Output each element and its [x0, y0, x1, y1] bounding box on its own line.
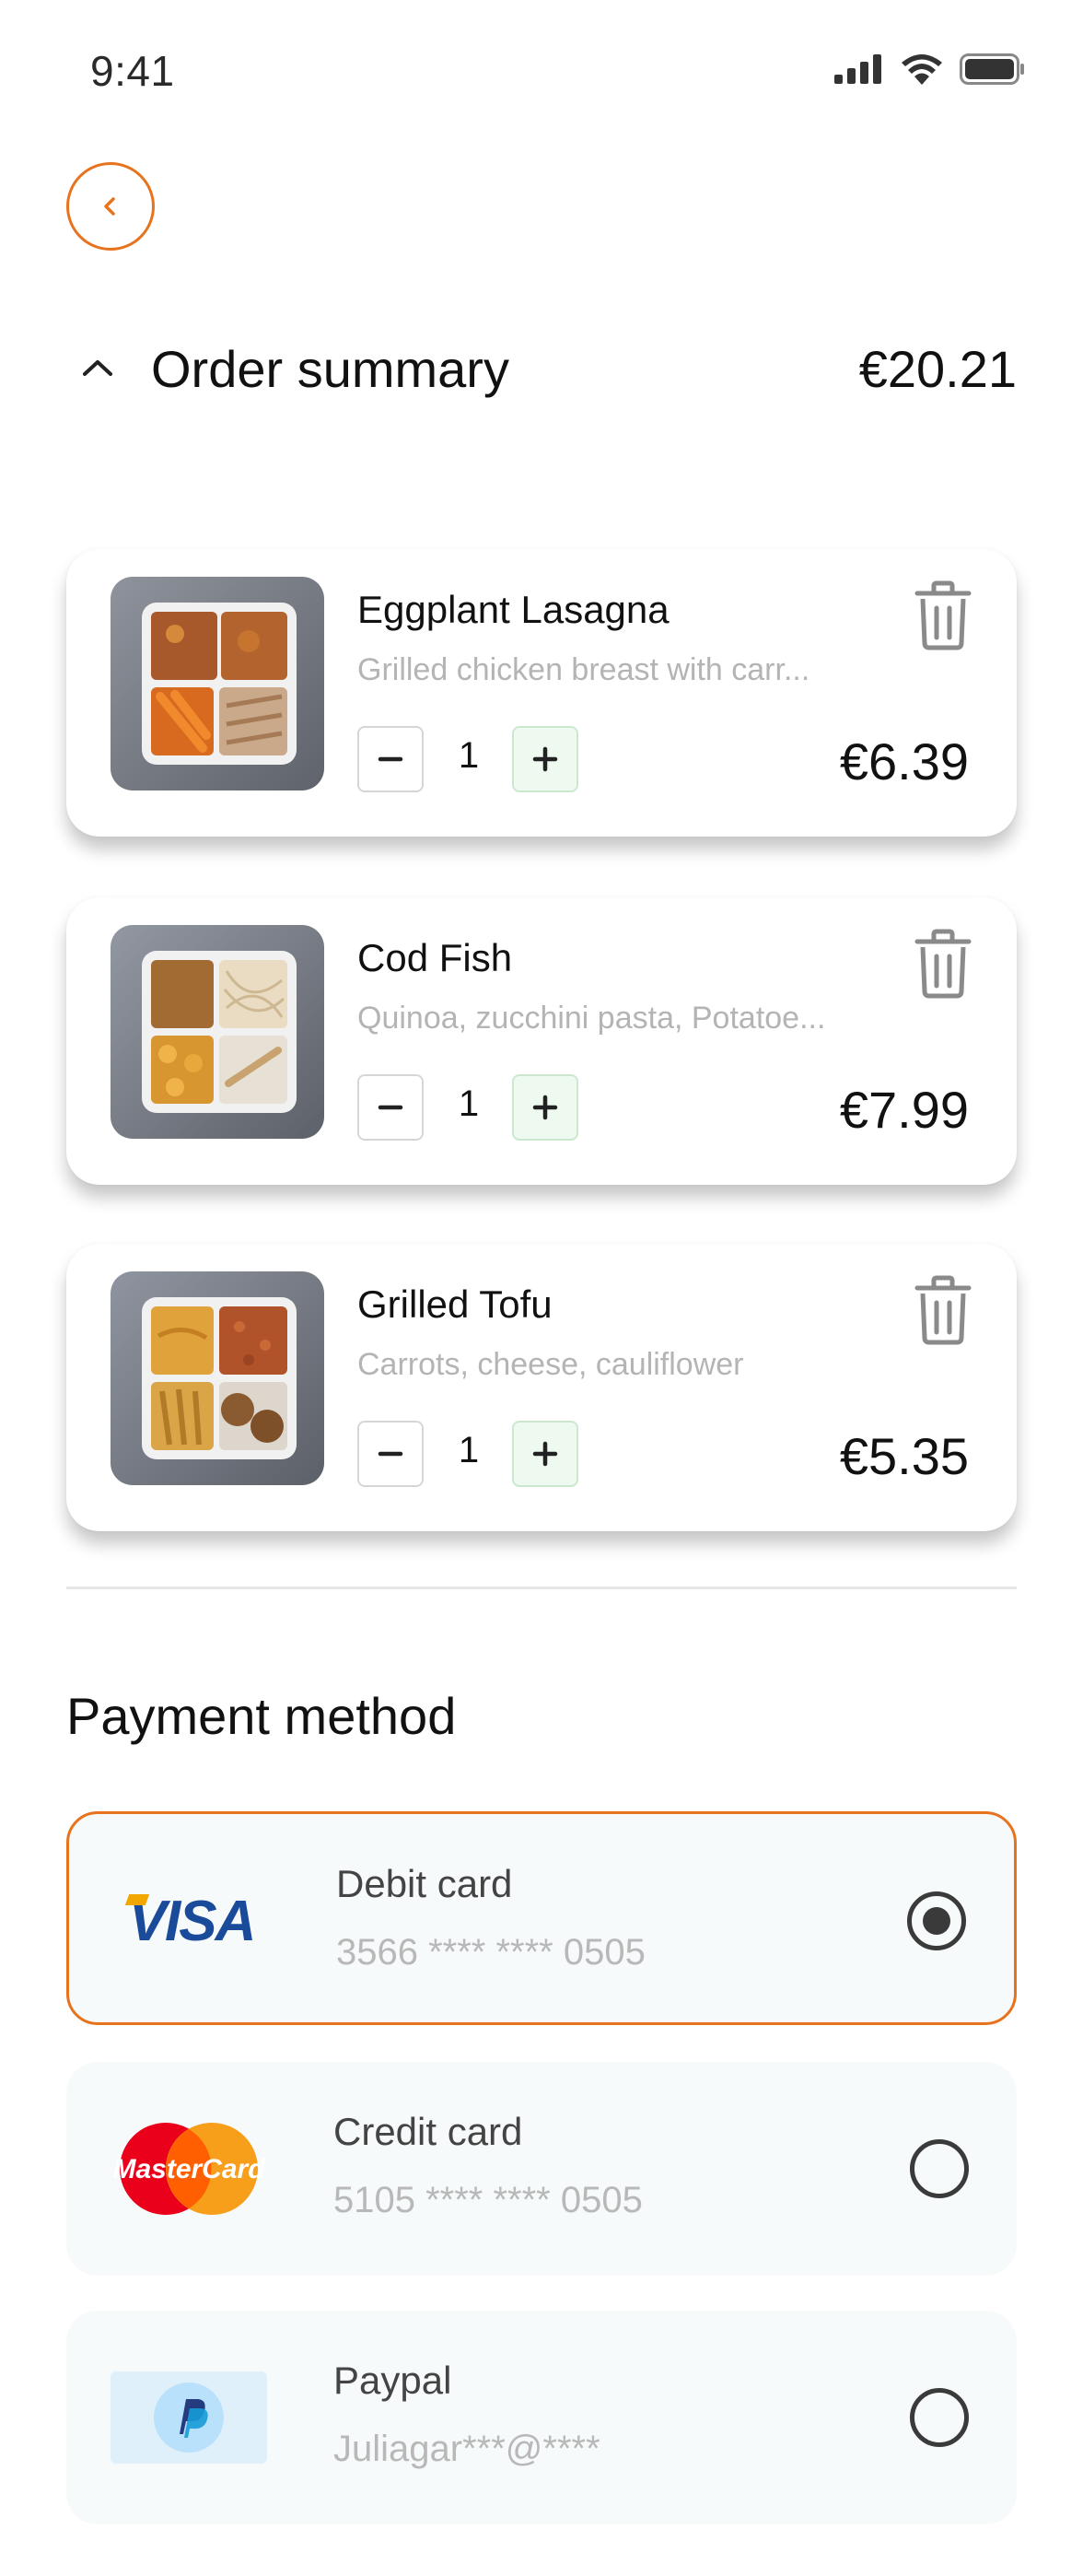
- status-icons: [834, 53, 1026, 85]
- delete-item-button[interactable]: [914, 1275, 972, 1345]
- battery-icon: [960, 53, 1024, 85]
- payment-radio-unselected[interactable]: [910, 2388, 969, 2447]
- order-summary-header[interactable]: Order summary €20.21: [66, 332, 1017, 405]
- trash-icon: [914, 929, 972, 999]
- item-description: Grilled chicken breast with carr...: [357, 652, 810, 687]
- wifi-icon: [902, 54, 942, 85]
- order-summary-title: Order summary: [151, 339, 509, 398]
- checkout-screen: 9:41 Order summary €20.21 Eggplant Lasag…: [0, 0, 1083, 2576]
- cart-item: Eggplant Lasagna Grilled chicken breast …: [66, 549, 1017, 837]
- plus-icon: [532, 1095, 558, 1120]
- payment-option-label: Debit card: [336, 1862, 513, 1905]
- cart-item: Grilled Tofu Carrots, cheese, cauliflowe…: [66, 1244, 1017, 1531]
- item-name: Eggplant Lasagna: [357, 588, 670, 631]
- decrease-quantity-button[interactable]: [357, 726, 424, 792]
- payment-option-paypal[interactable]: Paypal Juliagar***@****: [66, 2311, 1017, 2524]
- trash-icon: [914, 1275, 972, 1345]
- chevron-left-icon: [104, 197, 115, 216]
- collapse-toggle[interactable]: [66, 356, 133, 381]
- payment-option-credit-card[interactable]: MasterCard Credit card 5105 **** **** 05…: [66, 2062, 1017, 2276]
- minus-icon: [378, 756, 403, 762]
- quantity-value: 1: [458, 1083, 480, 1124]
- payment-radio-selected[interactable]: [907, 1891, 966, 1950]
- chevron-up-icon: [83, 360, 112, 376]
- item-price: €6.39: [839, 732, 969, 790]
- increase-quantity-button[interactable]: [512, 1421, 578, 1487]
- payment-method-title: Payment method: [66, 1687, 457, 1745]
- status-time: 9:41: [90, 47, 175, 95]
- item-name: Grilled Tofu: [357, 1282, 553, 1326]
- delete-item-button[interactable]: [914, 929, 972, 999]
- payment-option-detail: Juliagar***@****: [333, 2429, 600, 2469]
- increase-quantity-button[interactable]: [512, 1074, 578, 1141]
- payment-option-label: Paypal: [333, 2359, 452, 2402]
- item-price: €5.35: [839, 1427, 969, 1485]
- decrease-quantity-button[interactable]: [357, 1074, 424, 1141]
- minus-icon: [378, 1105, 403, 1110]
- section-divider: [66, 1587, 1017, 1589]
- payment-option-label: Credit card: [333, 2110, 523, 2153]
- mastercard-logo: MasterCard: [111, 2123, 267, 2215]
- item-image-cod-fish: [111, 925, 324, 1139]
- minus-icon: [378, 1451, 403, 1457]
- plus-icon: [532, 746, 558, 772]
- payment-option-detail: 5105 **** **** 0505: [333, 2180, 643, 2220]
- quantity-value: 1: [458, 1430, 480, 1470]
- plus-icon: [532, 1441, 558, 1467]
- order-total: €20.21: [858, 339, 1017, 398]
- item-name: Cod Fish: [357, 936, 513, 979]
- decrease-quantity-button[interactable]: [357, 1421, 424, 1487]
- payment-option-detail: 3566 **** **** 0505: [336, 1932, 646, 1973]
- visa-logo: VISA: [113, 1875, 270, 1967]
- cellular-signal-icon: [834, 54, 881, 84]
- payment-option-debit-card[interactable]: VISA Debit card 3566 **** **** 0505: [66, 1811, 1017, 2025]
- delete-item-button[interactable]: [914, 580, 972, 650]
- item-description: Quinoa, zucchini pasta, Potatoe...: [357, 1001, 826, 1036]
- item-price: €7.99: [839, 1081, 969, 1139]
- quantity-value: 1: [458, 735, 480, 776]
- cart-item: Cod Fish Quinoa, zucchini pasta, Potatoe…: [66, 897, 1017, 1185]
- back-button[interactable]: [66, 162, 155, 251]
- item-image-grilled-tofu: [111, 1271, 324, 1485]
- item-description: Carrots, cheese, cauliflower: [357, 1347, 744, 1382]
- paypal-logo: [111, 2371, 267, 2464]
- increase-quantity-button[interactable]: [512, 726, 578, 792]
- payment-radio-unselected[interactable]: [910, 2139, 969, 2198]
- trash-icon: [914, 580, 972, 650]
- svg-text:MasterCard: MasterCard: [112, 2154, 265, 2184]
- status-bar: 9:41: [0, 0, 1083, 138]
- item-image-eggplant-lasagna: [111, 577, 324, 790]
